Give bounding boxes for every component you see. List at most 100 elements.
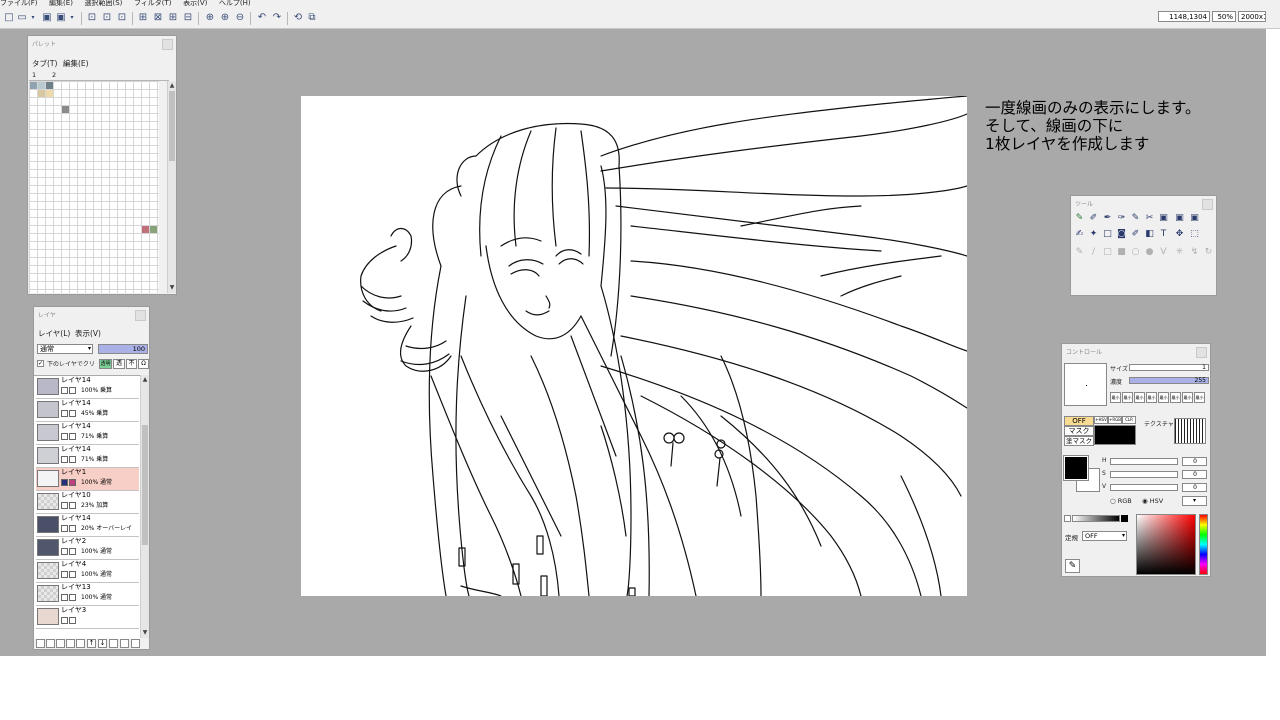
mask-mode-hsv[interactable]: +HSV	[1094, 416, 1108, 424]
layer-visibility-toggle[interactable]	[61, 433, 79, 441]
polyline-tool-icon[interactable]: V	[1158, 247, 1169, 258]
layer-row[interactable]: レイヤ10 23% 加算	[36, 491, 139, 514]
open-dropdown-icon[interactable]: ▾	[29, 12, 37, 24]
layer-opacity-slider[interactable]: 100	[98, 344, 148, 354]
s-slider[interactable]	[1110, 471, 1178, 478]
palette-swatch[interactable]	[142, 226, 149, 233]
marker-tool-icon[interactable]: ✎	[1130, 213, 1141, 224]
gradient-tool-icon[interactable]: ✦	[1088, 229, 1099, 240]
layer-visibility-toggle[interactable]	[61, 502, 79, 510]
layer-property-icon[interactable]	[131, 639, 140, 648]
tool-close-button[interactable]	[1202, 199, 1213, 210]
brush-size-preset[interactable]: 最小	[1122, 392, 1133, 403]
palette-swatch[interactable]	[38, 90, 45, 97]
hue-slider[interactable]	[1199, 514, 1208, 575]
v-slider[interactable]	[1110, 484, 1178, 491]
layer-row[interactable]: レイヤ14 100% 乗算	[36, 376, 139, 399]
layer-row[interactable]: レイヤ3	[36, 606, 139, 629]
main-color-swatch[interactable]	[1063, 455, 1089, 481]
brush-size-preset[interactable]: 最小	[1182, 392, 1193, 403]
mask-layer-icon[interactable]	[66, 639, 75, 648]
custom-tool-2-icon[interactable]: ▣	[1174, 213, 1185, 224]
lock-alpha-button[interactable]: 透明	[99, 359, 112, 369]
custom-tool-3-icon[interactable]: ▣	[1189, 213, 1200, 224]
fill-ellipse-tool-icon[interactable]: ●	[1144, 247, 1155, 258]
menu-help[interactable]: ヘルプ(H)	[219, 0, 251, 8]
select-eraser-icon[interactable]: ◧	[1144, 229, 1155, 240]
eyedropper-icon[interactable]: ✎	[1065, 559, 1080, 573]
delete-layer-icon[interactable]	[56, 639, 65, 648]
layer-row[interactable]: レイヤ14 71% 乗算	[36, 445, 139, 468]
lock-trans-button[interactable]: 透	[113, 359, 125, 369]
layer-row[interactable]: レイヤ14 45% 乗算	[36, 399, 139, 422]
drawing-canvas[interactable]	[301, 96, 967, 596]
open-folder-icon[interactable]: ▭	[16, 12, 28, 24]
mask-color-box[interactable]	[1094, 425, 1136, 445]
size-slider[interactable]: 1	[1129, 364, 1209, 371]
blend-mode-select[interactable]: 通常 ▾	[37, 344, 93, 354]
layer-row-selected[interactable]: レイヤ1 100% 通常	[36, 468, 139, 491]
clip-checkbox[interactable]: ✓	[37, 360, 44, 367]
palette-scrollbar[interactable]: ▲ ▼	[167, 81, 176, 293]
palette-swatch[interactable]	[150, 226, 157, 233]
fill-tool-icon[interactable]: ✍	[1074, 229, 1085, 240]
palette-swatch[interactable]	[38, 82, 45, 89]
palette-menu-edit[interactable]: 編集(E)	[63, 58, 89, 69]
rotate-tool-icon[interactable]: ↻	[1203, 247, 1214, 258]
layer-menu-layer[interactable]: レイヤ(L)	[38, 328, 70, 339]
layer-row[interactable]: レイヤ13 100% 通常	[36, 583, 139, 606]
palette-menu-tab[interactable]: タブ(T)	[32, 58, 57, 69]
watercolor-tool-icon[interactable]: ✑	[1116, 213, 1127, 224]
menu-file[interactable]: ファイル(F)	[0, 0, 38, 8]
layer-merge-icon[interactable]	[109, 639, 118, 648]
layer-row[interactable]: レイヤ14 20% オーバーレイ	[36, 514, 139, 537]
layer-merge-icon[interactable]: ⊡	[101, 12, 113, 24]
brush-size-preset[interactable]: 最小	[1158, 392, 1169, 403]
menu-view[interactable]: 表示(V)	[183, 0, 207, 8]
palette-close-button[interactable]	[162, 39, 173, 50]
brush-size-preset[interactable]: 最小	[1110, 392, 1121, 403]
select-pen-icon[interactable]: ✐	[1130, 229, 1141, 240]
hsv-radio[interactable]: ◉ HSV	[1142, 497, 1163, 505]
deselect-icon[interactable]: ⊠	[152, 12, 164, 24]
palette-swatch[interactable]	[62, 106, 69, 113]
layer-visibility-toggle[interactable]	[61, 410, 79, 418]
palette-swatch-grid[interactable]	[29, 81, 159, 293]
save-dropdown-icon[interactable]: ▾	[68, 12, 76, 24]
clear-layer-icon[interactable]	[76, 639, 85, 648]
v-value-input[interactable]: 0	[1182, 483, 1207, 492]
h-slider[interactable]	[1110, 458, 1178, 465]
mask-button[interactable]: マスク	[1064, 426, 1094, 436]
palette-tab-1[interactable]: 1	[32, 71, 36, 79]
brush-size-preset[interactable]: 最小	[1170, 392, 1181, 403]
palette-swatch[interactable]	[46, 82, 53, 89]
lasso-select-icon[interactable]: ◙	[1116, 229, 1127, 240]
brush-size-preset[interactable]: 最小	[1194, 392, 1205, 403]
layer-combine-icon[interactable]	[120, 639, 129, 648]
layer-visibility-toggle[interactable]	[61, 594, 79, 602]
layer-row[interactable]: レイヤ2 100% 通常	[36, 537, 139, 560]
layer-up-icon[interactable]: ↑	[87, 639, 96, 648]
layer-close-button[interactable]	[135, 310, 146, 321]
rect-select-icon[interactable]: □	[1102, 229, 1113, 240]
copy-layer-icon[interactable]	[46, 639, 55, 648]
rect-tool-icon[interactable]: □	[1102, 247, 1113, 258]
lock-omega-button[interactable]: Ω	[138, 359, 149, 369]
grid-icon[interactable]: ⊞	[167, 12, 179, 24]
zoom-in-icon[interactable]: ⊕	[204, 12, 216, 24]
mask-mode-clr[interactable]: CLR	[1122, 416, 1136, 424]
palette-tab-2[interactable]: 2	[52, 71, 56, 79]
grayscale-gradient[interactable]	[1072, 515, 1120, 522]
flip-icon[interactable]: ⧉	[306, 12, 318, 24]
rotate-icon[interactable]: ⟲	[292, 12, 304, 24]
layer-visibility-toggle[interactable]	[61, 548, 79, 556]
fit-icon[interactable]: ⊟	[182, 12, 194, 24]
color-mode-dropdown[interactable]: ▾	[1182, 496, 1207, 506]
h-value-input[interactable]: 0	[1182, 457, 1207, 466]
shape-tool-1-icon[interactable]: ✎	[1074, 247, 1085, 258]
menu-edit[interactable]: 編集(E)	[49, 0, 73, 8]
airbrush-tool-icon[interactable]: ✐	[1088, 213, 1099, 224]
transform-tool-icon[interactable]: ⬚	[1189, 229, 1200, 240]
texture-swatch[interactable]	[1174, 418, 1206, 444]
new-file-icon[interactable]: □	[3, 12, 15, 24]
